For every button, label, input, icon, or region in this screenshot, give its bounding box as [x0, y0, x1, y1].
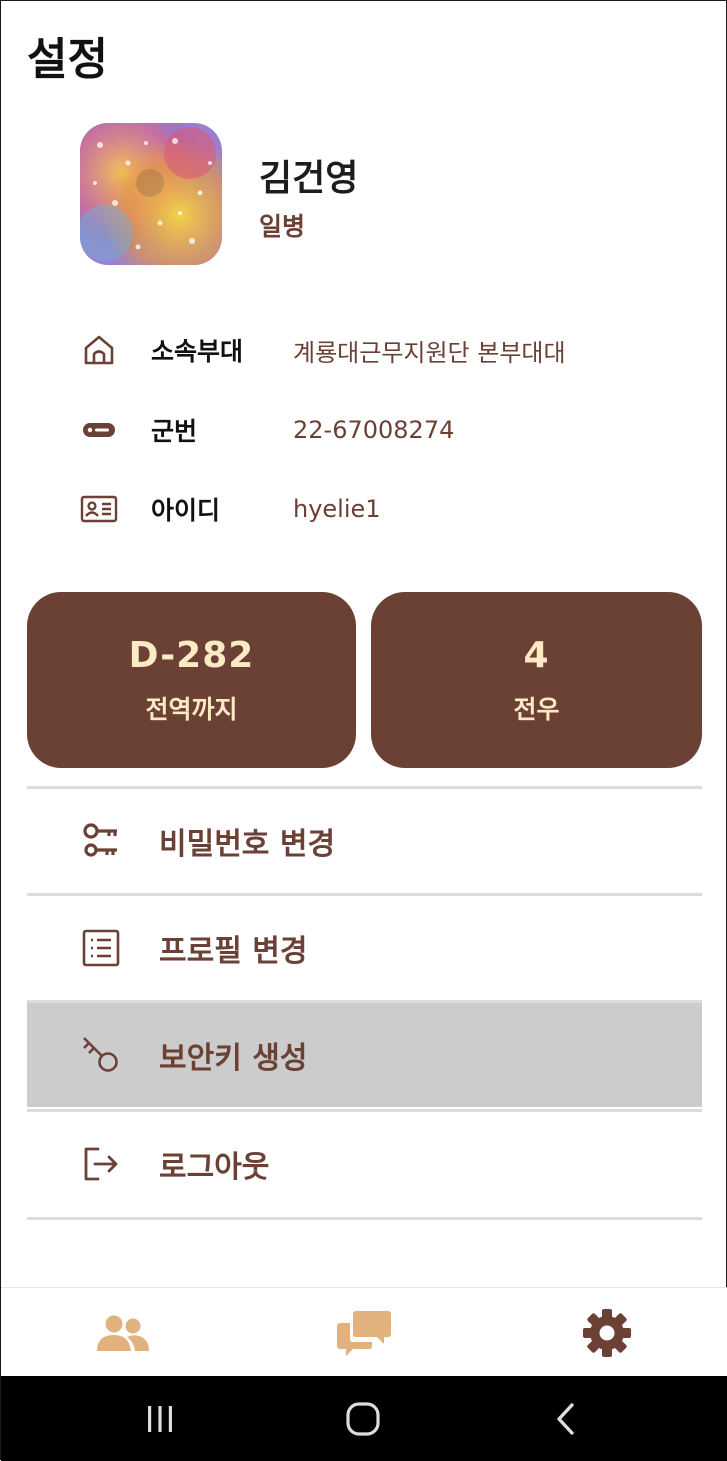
divider [27, 1217, 702, 1220]
recent-apps-icon [148, 1405, 172, 1432]
back-arrow-icon [557, 1402, 574, 1435]
tab-chat[interactable] [304, 1288, 424, 1377]
security-key-icon [79, 1033, 123, 1077]
discharge-countdown-value: D-282 [128, 634, 255, 676]
home-icon [79, 330, 119, 370]
recent-apps-button[interactable] [120, 1376, 200, 1461]
menu-item-edit-profile[interactable]: 프로필 변경 [27, 896, 702, 1000]
gear-icon [583, 1308, 631, 1357]
info-row-unit: 소속부대 계룡대근무지원단 본부대대 [79, 330, 566, 370]
avatar-image [80, 123, 222, 265]
dogtag-icon [79, 410, 119, 450]
comrades-card[interactable]: 4 전우 [371, 592, 702, 768]
back-button[interactable] [527, 1376, 607, 1461]
bottom-tab-bar [1, 1287, 727, 1377]
key-icon [79, 819, 123, 863]
discharge-countdown-card[interactable]: D-282 전역까지 [27, 592, 356, 768]
info-row-service-number: 군번 22-67008274 [79, 410, 454, 450]
tab-settings[interactable] [547, 1288, 667, 1377]
system-navigation-bar [1, 1376, 727, 1461]
unit-value: 계룡대근무지원단 본부대대 [293, 338, 566, 367]
chat-icon [337, 1310, 391, 1356]
menu-item-label: 로그아웃 [159, 1150, 270, 1185]
menu-item-label: 프로필 변경 [159, 934, 308, 969]
page-title: 설정 [27, 34, 108, 85]
profile-rank: 일병 [259, 212, 306, 241]
profile-name: 김건영 [259, 158, 359, 199]
menu-item-label: 비밀번호 변경 [159, 827, 336, 862]
unit-label: 소속부대 [151, 337, 244, 366]
list-icon [79, 926, 123, 970]
menu-item-label: 보안키 생성 [159, 1041, 308, 1076]
menu-item-generate-security-key[interactable]: 보안키 생성 [27, 1003, 702, 1107]
comrades-label: 전우 [513, 694, 560, 724]
info-row-user-id: 아이디 hyelie1 [79, 489, 381, 529]
people-icon [97, 1315, 149, 1351]
service-number-value: 22-67008274 [293, 416, 455, 444]
tab-friends[interactable] [63, 1288, 183, 1377]
logout-icon [79, 1142, 123, 1186]
menu-item-logout[interactable]: 로그아웃 [27, 1112, 702, 1216]
home-circle-icon [346, 1401, 380, 1436]
id-card-icon [79, 489, 119, 529]
home-button[interactable] [323, 1376, 403, 1461]
discharge-countdown-label: 전역까지 [145, 694, 238, 724]
service-number-label: 군번 [151, 417, 198, 446]
user-id-label: 아이디 [151, 496, 221, 525]
avatar[interactable] [80, 123, 222, 265]
user-id-value: hyelie1 [293, 495, 381, 523]
comrades-count-value: 4 [523, 634, 550, 676]
menu-item-change-password[interactable]: 비밀번호 변경 [27, 789, 702, 893]
